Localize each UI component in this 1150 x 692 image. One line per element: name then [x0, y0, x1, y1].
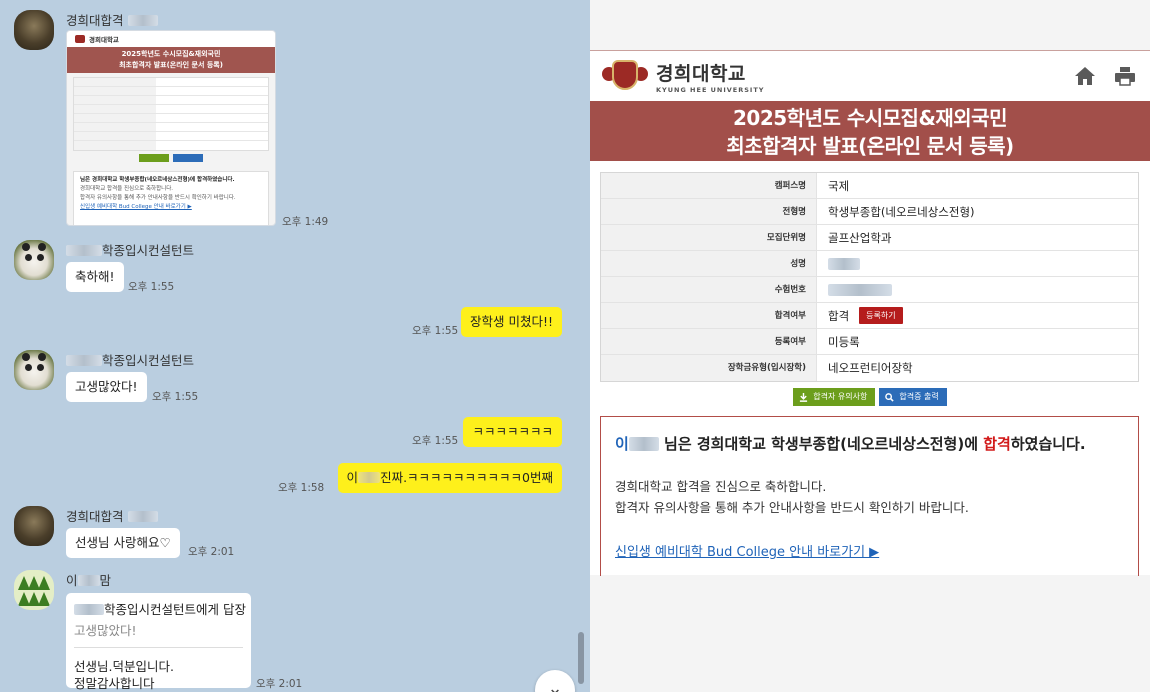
avatar[interactable] [14, 350, 54, 390]
chat-bubble[interactable]: 고생많았다! [66, 372, 147, 402]
message-time: 오후 1:55 [412, 325, 459, 337]
reply-line: 정말감사합니다 [74, 676, 155, 691]
notice-title: 이 님은 경희대학교 학생부종합(네오르네상스전형)에 합격하였습니다. [615, 435, 1086, 453]
thumb-banner: 2025학년도 수시모집&재외국민 최초합격자 발표(온라인 문서 등록) [67, 47, 275, 73]
home-icon[interactable] [1074, 65, 1096, 87]
acceptance-notice: 이 님은 경희대학교 학생부종합(네오르네상스전형)에 합격하였습니다. 경희대… [600, 416, 1139, 576]
redacted-name [127, 15, 158, 26]
sender-name: 경희대합격 [66, 506, 158, 525]
admission-notice-button[interactable]: 합격자 유의사항 [793, 388, 876, 406]
university-logo-icon [75, 35, 85, 43]
redacted-name [628, 437, 659, 451]
reply-line: 선생님.덕분입니다. [74, 659, 174, 674]
table-row: 전형명 학생부종합(네오르네상스전형) [601, 199, 1138, 225]
avatar[interactable] [14, 506, 54, 546]
chat-pane: 경희대합격 경희대학교 2025학년도 수시모집&재외국민 최초합격자 발표(온… [0, 0, 590, 692]
message-time: 오후 1:58 [278, 482, 325, 494]
table-row: 장학금유형(입시장학) 네오프런티어장학 [601, 355, 1138, 381]
thumb-info-table [73, 77, 269, 151]
sender-name: 학종입시컨설턴트 [66, 240, 194, 259]
table-row: 캠퍼스명 국제 [601, 173, 1138, 199]
university-name: 경희대학교 KYUNG HEE UNIVERSITY [656, 62, 765, 94]
chat-bubble[interactable]: 축하해! [66, 262, 124, 292]
redacted-name [74, 604, 104, 615]
redacted-name [77, 575, 100, 586]
table-row: 합격여부 합격 등록하기 [601, 303, 1138, 329]
chat-bubble[interactable]: 선생님 사랑해요♡ [66, 528, 180, 558]
action-buttons: 합격자 유의사항 합격증 출력 [590, 388, 1150, 406]
reply-quote: 고생많았다! [74, 623, 137, 638]
message-time: 오후 1:49 [282, 216, 329, 228]
table-row: 등록여부 미등록 [601, 329, 1138, 355]
message-time: 오후 2:01 [256, 678, 303, 690]
bud-college-link[interactable]: 신입생 예비대학 Bud College 안내 바로가기 ▶ [615, 541, 1124, 560]
redacted-name [66, 355, 102, 366]
message-time: 오후 2:01 [188, 546, 235, 558]
avatar[interactable] [14, 240, 54, 280]
message-time: 오후 1:55 [152, 391, 199, 403]
admission-info-table: 캠퍼스명 국제 전형명 학생부종합(네오르네상스전형) 모집단위명 골프산업학과… [600, 172, 1139, 382]
print-certificate-button[interactable]: 합격증 출력 [879, 388, 947, 406]
redacted-exam-number [828, 283, 892, 296]
search-icon [885, 392, 895, 402]
reply-target: 학종입시컨설턴트에게 답장 [74, 599, 246, 618]
avatar[interactable] [14, 10, 54, 50]
page-title-banner: 2025학년도 수시모집&재외국민 최초합격자 발표(온라인 문서 등록) [590, 101, 1150, 161]
redacted-name [66, 245, 102, 256]
redacted-name [127, 511, 158, 522]
scroll-down-button[interactable]: ⌄ [535, 670, 575, 692]
chat-bubble-mine[interactable]: ㅋㅋㅋㅋㅋㅋㅋ [463, 417, 562, 447]
sender-name: 학종입시컨설턴트 [66, 350, 194, 369]
download-icon [800, 392, 808, 402]
sender-name: 경희대합격 [66, 10, 158, 29]
message-time: 오후 1:55 [128, 281, 175, 293]
print-icon[interactable] [1114, 65, 1136, 87]
chevron-down-icon: ⌄ [547, 678, 563, 692]
divider [74, 647, 243, 648]
chat-bubble-mine[interactable]: 장학생 미쳤다!! [461, 307, 562, 337]
register-button[interactable]: 등록하기 [859, 307, 903, 324]
pass-status: 합격 [828, 308, 850, 323]
chat-bubble-mine[interactable]: 이 진짜.ㅋㅋㅋㅋㅋㅋㅋㅋㅋㅋ0번째 [337, 463, 562, 493]
chat-scrollbar[interactable] [578, 632, 584, 684]
thumb-notice: 님은 경희대학교 학생부종합(네오르네상스전형)에 합격하였습니다. 경희대학교… [73, 171, 269, 225]
notice-body: 경희대학교 합격을 진심으로 축하합니다. 합격자 유의사항을 통해 추가 안내… [615, 479, 969, 515]
shared-screenshot-image[interactable]: 경희대학교 2025학년도 수시모집&재외국민 최초합격자 발표(온라인 문서 … [66, 30, 276, 226]
table-row: 모집단위명 골프산업학과 [601, 225, 1138, 251]
result-page: 경희대학교 KYUNG HEE UNIVERSITY 2025학년도 수시모집&… [590, 50, 1150, 576]
avatar[interactable] [14, 570, 54, 610]
reply-bubble[interactable]: 학종입시컨설턴트에게 답장 고생많았다! 선생님.덕분입니다. 정말감사합니다 [66, 593, 251, 691]
redacted-name [828, 257, 860, 270]
university-logo-icon[interactable] [600, 58, 650, 94]
thumb-logo-text: 경희대학교 [89, 36, 119, 44]
table-row: 수험번호 [601, 277, 1138, 303]
redacted-name [358, 472, 381, 483]
sender-name: 이맘 [66, 573, 112, 588]
table-row: 성명 [601, 251, 1138, 277]
result-page-pane: 경희대학교 KYUNG HEE UNIVERSITY 2025학년도 수시모집&… [590, 0, 1150, 692]
page-header: 경희대학교 KYUNG HEE UNIVERSITY [590, 51, 1150, 101]
message-time: 오후 1:55 [412, 435, 459, 447]
